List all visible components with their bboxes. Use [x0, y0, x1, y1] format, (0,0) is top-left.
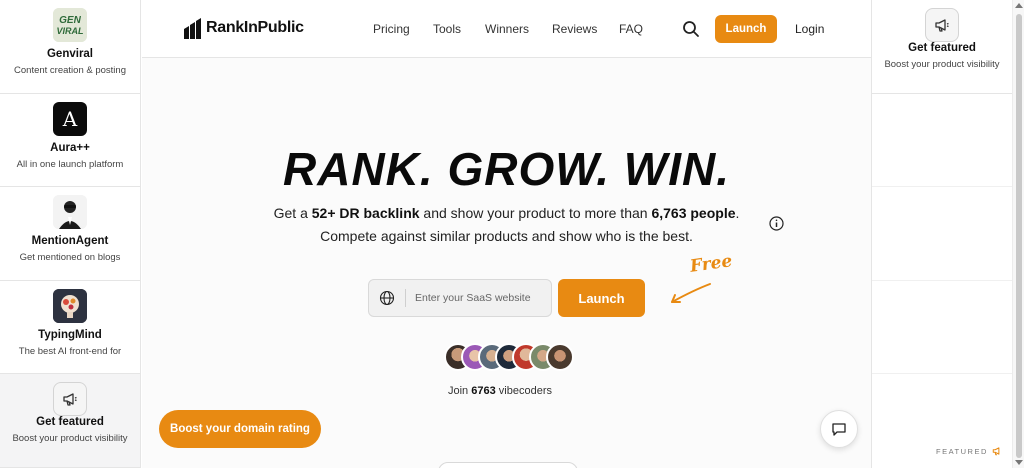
website-url-field[interactable] — [368, 279, 552, 317]
svg-text:VIRAL: VIRAL — [57, 26, 84, 36]
nav-launch-button[interactable]: Launch — [715, 15, 777, 43]
left-sponsor-sidebar: GEN VIRAL Genviral Content creation & po… — [0, 0, 141, 468]
bottom-partial-element — [438, 462, 578, 468]
hero-highlight-people: 6,763 people — [651, 205, 736, 221]
chat-icon — [832, 423, 846, 436]
get-featured-desc: Boost your product visibility — [884, 59, 1000, 70]
megaphone-icon — [925, 8, 959, 42]
chat-button[interactable] — [820, 410, 858, 448]
arrow-icon — [671, 283, 711, 303]
free-annotation: Free — [688, 251, 734, 277]
website-url-input[interactable] — [415, 292, 545, 304]
get-featured-desc: Boost your product visibility — [12, 433, 128, 444]
brand-logo[interactable]: RankInPublic — [184, 17, 304, 39]
get-featured-title: Get featured — [908, 42, 976, 54]
right-sponsor-sidebar: Get featured Boost your product visibili… — [871, 0, 1012, 468]
boost-domain-rating-button[interactable]: Boost your domain rating — [159, 410, 321, 448]
login-link[interactable]: Login — [795, 22, 824, 36]
get-featured-card-left[interactable]: Get featured Boost your product visibili… — [0, 374, 140, 468]
typingmind-logo — [53, 288, 87, 323]
sponsor-card-mentionagent[interactable]: MentionAgent Get mentioned on blogs — [0, 187, 140, 281]
page-scrollbar[interactable] — [1012, 0, 1024, 468]
aura-logo-letter: A — [62, 106, 78, 131]
sponsor-card-genviral[interactable]: GEN VIRAL Genviral Content creation & po… — [0, 0, 140, 94]
featured-tag: FEATURED — [936, 446, 1002, 456]
input-divider — [405, 289, 406, 307]
sponsor-name: Genviral — [46, 48, 94, 60]
hero-title: RANK. GROW. WIN. — [283, 143, 730, 195]
scroll-down-icon[interactable] — [1015, 460, 1023, 465]
sponsor-desc: The best AI front-end for — [18, 345, 122, 357]
sponsor-card-aura[interactable]: A Aura++ All in one launch platform — [0, 94, 140, 187]
top-navbar: RankInPublic Pricing Tools Winners Revie… — [142, 0, 871, 58]
empty-slot — [872, 281, 1012, 374]
sponsor-desc: Content creation & posting — [14, 65, 126, 76]
join-count-text: Join 6763 vibecoders — [448, 385, 552, 397]
nav-tools[interactable]: Tools — [433, 22, 461, 36]
sponsor-name: MentionAgent — [31, 235, 109, 247]
megaphone-icon — [53, 382, 87, 416]
nav-faq[interactable]: FAQ — [619, 22, 643, 36]
sponsor-name: Aura++ — [50, 141, 90, 154]
hero-text: and show your product to more than — [419, 205, 652, 221]
globe-icon — [379, 290, 395, 306]
join-text: vibecoders — [495, 385, 552, 397]
hero-subtitle-line2: Compete against similar products and sho… — [320, 228, 693, 244]
main-content: RankInPublic Pricing Tools Winners Revie… — [142, 0, 871, 468]
nav-winners[interactable]: Winners — [485, 22, 529, 36]
sponsor-desc: All in one launch platform — [16, 158, 124, 170]
sponsor-card-typingmind[interactable]: TypingMind The best AI front-end for — [0, 281, 140, 374]
hero-text: . — [735, 205, 740, 221]
hero-text: Get a — [273, 205, 312, 221]
brand-name: RankInPublic — [206, 19, 304, 36]
rankinpublic-logo-icon — [184, 18, 201, 39]
search-icon[interactable] — [682, 20, 700, 38]
user-avatars — [444, 343, 574, 371]
hero-highlight-backlink: 52+ DR backlink — [311, 205, 420, 221]
get-featured-card-right[interactable]: Get featured Boost your product visibili… — [872, 0, 1012, 94]
aura-logo: A — [53, 101, 87, 136]
genviral-logo: GEN VIRAL — [53, 8, 87, 42]
join-text: Join — [448, 385, 472, 397]
sponsor-name: TypingMind — [38, 328, 102, 341]
mentionagent-logo — [53, 195, 87, 229]
nav-pricing[interactable]: Pricing — [373, 22, 410, 36]
scroll-thumb[interactable] — [1016, 14, 1022, 458]
join-count: 6763 — [471, 385, 496, 397]
nav-reviews[interactable]: Reviews — [552, 22, 597, 36]
featured-tag-label: FEATURED — [936, 446, 988, 456]
svg-text:GEN: GEN — [59, 15, 81, 26]
sponsor-desc: Get mentioned on blogs — [19, 252, 121, 263]
hero-subtitle-line1: Get a 52+ DR backlink and show your prod… — [142, 205, 871, 221]
scroll-up-icon[interactable] — [1015, 3, 1023, 8]
empty-slot — [872, 187, 1012, 281]
hero-launch-button[interactable]: Launch — [558, 279, 645, 317]
get-featured-title: Get featured — [36, 416, 104, 428]
avatar — [546, 343, 574, 371]
empty-slot — [872, 94, 1012, 187]
megaphone-icon — [992, 447, 1000, 456]
